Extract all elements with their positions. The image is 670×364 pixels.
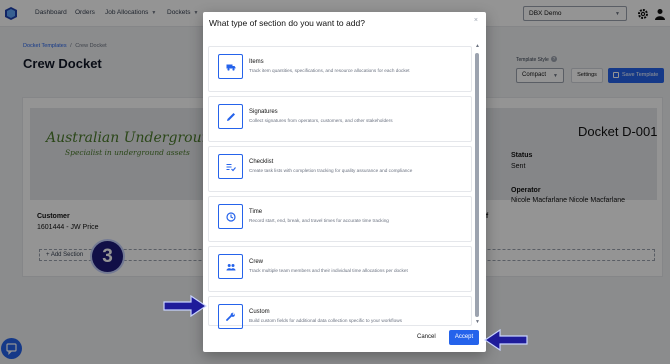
checklist-icon bbox=[218, 154, 243, 179]
option-description: Track item quantities, specifications, a… bbox=[249, 68, 410, 73]
option-title: Time bbox=[249, 209, 263, 215]
option-title: Crew bbox=[249, 259, 264, 265]
section-option-custom[interactable]: Custom Build custom fields for additiona… bbox=[208, 296, 472, 329]
scroll-up-icon[interactable]: ▲ bbox=[475, 44, 480, 49]
option-description: Build custom fields for additional data … bbox=[249, 318, 402, 323]
clock-icon bbox=[218, 204, 243, 229]
accept-button[interactable]: Accept bbox=[449, 330, 479, 345]
modal-scrollbar[interactable]: ▲ ▼ bbox=[475, 44, 480, 325]
scrollbar-thumb[interactable] bbox=[475, 53, 479, 317]
option-description: Collect signatures from operators, custo… bbox=[249, 118, 393, 123]
section-option-time[interactable]: Time Record start, end, break, and trave… bbox=[208, 196, 472, 242]
add-section-modal: What type of section do you want to add?… bbox=[203, 12, 486, 352]
section-option-items[interactable]: Items Track item quantities, specificati… bbox=[208, 46, 472, 92]
scroll-down-icon[interactable]: ▼ bbox=[475, 320, 480, 325]
option-title: Checklist bbox=[249, 159, 274, 165]
truck-icon bbox=[218, 54, 243, 79]
arrow-left-icon bbox=[484, 329, 528, 351]
option-description: Record start, end, break, and travel tim… bbox=[249, 218, 389, 223]
people-icon bbox=[218, 254, 243, 279]
section-option-checklist[interactable]: Checklist Create task lists with complet… bbox=[208, 146, 472, 192]
wrench-icon bbox=[218, 304, 243, 329]
section-option-signatures[interactable]: Signatures Collect signatures from opera… bbox=[208, 96, 472, 142]
arrow-right-icon bbox=[163, 295, 207, 317]
option-title: Signatures bbox=[249, 109, 278, 115]
section-option-crew[interactable]: Crew Track multiple team members and the… bbox=[208, 246, 472, 292]
pen-icon bbox=[218, 104, 243, 129]
option-title: Custom bbox=[249, 309, 270, 315]
option-title: Items bbox=[249, 59, 264, 65]
cancel-button[interactable]: Cancel bbox=[417, 334, 436, 340]
modal-title: What type of section do you want to add? bbox=[209, 18, 365, 28]
close-icon[interactable]: × bbox=[474, 17, 478, 24]
option-description: Create task lists with completion tracki… bbox=[249, 168, 413, 173]
option-description: Track multiple team members and their in… bbox=[249, 268, 408, 273]
